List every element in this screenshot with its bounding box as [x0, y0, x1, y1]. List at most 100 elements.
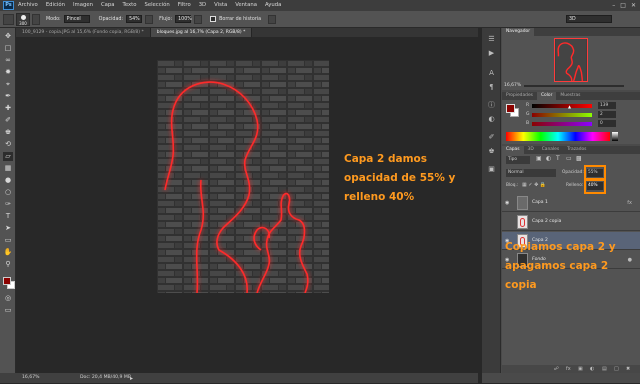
flow-input[interactable]: 100% — [175, 15, 192, 23]
hand-tool-icon[interactable]: ✋ — [3, 248, 13, 257]
tab-trazados[interactable]: Trazados — [563, 146, 590, 154]
r-slider[interactable] — [532, 104, 592, 108]
eye-off-icon[interactable]: ◉ — [505, 213, 513, 231]
menu-filtro[interactable]: Filtro — [178, 0, 191, 11]
b-slider[interactable] — [532, 122, 592, 126]
erase-history-checkbox[interactable] — [210, 16, 217, 22]
color-spectrum-bar[interactable] — [506, 132, 610, 141]
trash-icon[interactable]: ✖ — [626, 365, 630, 373]
menu-vista[interactable]: Vista — [214, 0, 227, 11]
navigator-thumbnail[interactable] — [554, 38, 588, 82]
tab-navegador[interactable]: Navegador — [502, 28, 535, 36]
new-layer-icon[interactable]: □ — [614, 365, 619, 373]
workspace-select[interactable]: 3D — [566, 15, 612, 23]
blend-mode-select[interactable]: Normal — [506, 169, 556, 177]
layer-row-capa-2-copia[interactable]: ◉ Capa 2 copia — [502, 213, 640, 231]
menu-ayuda[interactable]: Ayuda — [265, 0, 281, 11]
history-panel-icon[interactable]: ☰ — [486, 34, 497, 44]
menu-seleccion[interactable]: Selección — [144, 0, 169, 11]
gradient-tool-icon[interactable]: ▦ — [3, 164, 13, 173]
quick-select-tool-icon[interactable]: ✸ — [3, 68, 13, 77]
tab-3d[interactable]: 3D — [524, 146, 538, 154]
zoom-tool-icon[interactable]: ⚲ — [3, 260, 13, 269]
type-tool-icon[interactable]: T — [3, 212, 13, 221]
character-panel-icon[interactable]: A — [486, 68, 497, 78]
fx-icon[interactable]: fx — [627, 194, 632, 212]
menu-ventana[interactable]: Ventana — [235, 0, 257, 11]
menu-capa[interactable]: Capa — [101, 0, 115, 11]
zoom-readout[interactable]: 16,67% — [22, 373, 40, 383]
eraser-tool-preset-icon[interactable] — [3, 13, 14, 25]
screen-mode-icon[interactable]: ▭ — [3, 306, 13, 315]
menu-texto[interactable]: Texto — [123, 0, 137, 11]
layer-kind-filter[interactable]: Tipo — [506, 156, 530, 164]
r-slider-thumb[interactable]: ▲ — [568, 104, 571, 109]
brush-panel-icon[interactable] — [32, 13, 40, 25]
dodge-tool-icon[interactable]: ○ — [3, 188, 13, 197]
healing-tool-icon[interactable]: ✚ — [3, 104, 13, 113]
filter-smart-icon[interactable]: ▩ — [576, 155, 582, 162]
brush-presets-icon[interactable]: ✐ — [486, 132, 497, 142]
filter-shape-icon[interactable]: ▭ — [566, 155, 572, 162]
blur-tool-icon[interactable]: ● — [3, 176, 13, 185]
fx-add-icon[interactable]: fx — [566, 365, 571, 373]
tab-100-9129[interactable]: 100_9129 - copia.JPG al 15,6% (Fondo cop… — [16, 28, 151, 37]
navigator-zoom[interactable]: 16,67% — [504, 83, 521, 88]
opacity-input[interactable]: 54% — [126, 15, 143, 23]
tab-bloques[interactable]: bloques.jpg al 16,7% (Capa 2, RGB/8) * — [150, 28, 253, 37]
eraser-tool-icon[interactable]: ▱ — [3, 152, 13, 161]
adjustment-layer-icon[interactable]: ◐ — [590, 365, 594, 373]
close-icon[interactable]: ✕ — [631, 0, 636, 11]
layer-opacity-input[interactable]: 55% — [587, 169, 603, 177]
tab-capas[interactable]: Capas — [502, 146, 524, 154]
eye-icon[interactable]: ◉ — [505, 194, 513, 212]
stamp-tool-icon[interactable]: ♚ — [3, 128, 13, 137]
g-value[interactable]: 2 — [598, 111, 616, 118]
tab-color[interactable]: Color — [536, 92, 557, 100]
pen-tool-icon[interactable]: ✑ — [3, 200, 13, 209]
actions-panel-icon[interactable]: ▶ — [486, 48, 497, 58]
lock-pixels-icon[interactable]: ▦ ✓ ✥ 🔒 — [522, 182, 546, 188]
move-tool-icon[interactable]: ✥ — [3, 32, 13, 41]
layer-row-capa-1[interactable]: ◉ Capa 1 fx — [502, 194, 640, 212]
airbrush-icon[interactable] — [194, 14, 203, 24]
paragraph-panel-icon[interactable]: ¶ — [486, 82, 497, 92]
menu-archivo[interactable]: Archivo — [18, 0, 38, 11]
add-mask-icon[interactable]: ▣ — [578, 365, 583, 373]
r-value[interactable]: 139 — [598, 102, 616, 109]
pressure-opacity-icon[interactable] — [145, 14, 154, 24]
quick-mask-icon[interactable]: ◎ — [3, 294, 13, 303]
layer-fill-input[interactable]: 40% — [587, 182, 603, 190]
lasso-tool-icon[interactable]: ∞ — [3, 56, 13, 65]
g-slider[interactable] — [532, 113, 592, 117]
menu-3d[interactable]: 3D — [199, 0, 206, 11]
brush-tool-icon[interactable]: ✐ — [3, 116, 13, 125]
filter-adjust-icon[interactable]: ◐ — [546, 155, 551, 162]
navigator-zoom-slider[interactable] — [524, 85, 624, 87]
b-value[interactable]: 0 — [598, 120, 616, 127]
brush-size-picker[interactable]: 300 — [16, 12, 30, 26]
filter-type-icon[interactable]: T — [556, 155, 560, 162]
fg-color-chip[interactable] — [506, 104, 515, 113]
menu-edicion[interactable]: Edición — [46, 0, 65, 11]
clone-source-icon[interactable]: ♚ — [486, 146, 497, 156]
path-select-tool-icon[interactable]: ➤ — [3, 224, 13, 233]
info-panel-icon[interactable]: ⓘ — [486, 100, 497, 110]
eyedropper-tool-icon[interactable]: ✒ — [3, 92, 13, 101]
link-layers-icon[interactable]: ☍ — [554, 365, 559, 373]
foreground-color-swatch[interactable] — [3, 277, 11, 285]
maximize-icon[interactable]: □ — [620, 0, 626, 11]
minimize-icon[interactable]: – — [612, 0, 615, 11]
marquee-tool-icon[interactable]: □ — [3, 44, 13, 53]
tab-muestras[interactable]: Muestras — [556, 92, 584, 100]
styles-panel-icon[interactable]: ▣ — [486, 164, 497, 174]
group-icon[interactable]: ▤ — [602, 365, 607, 373]
filter-pixel-icon[interactable]: ▣ — [536, 155, 542, 162]
tab-canales[interactable]: Canales — [538, 146, 563, 154]
history-brush-tool-icon[interactable]: ⟲ — [3, 140, 13, 149]
menu-imagen[interactable]: Imagen — [73, 0, 93, 11]
crop-tool-icon[interactable]: ⌖ — [3, 80, 13, 89]
shape-tool-icon[interactable]: ▭ — [3, 236, 13, 245]
tab-propiedades[interactable]: Propiedades — [502, 92, 537, 100]
mode-select[interactable]: Pincel — [63, 15, 90, 23]
